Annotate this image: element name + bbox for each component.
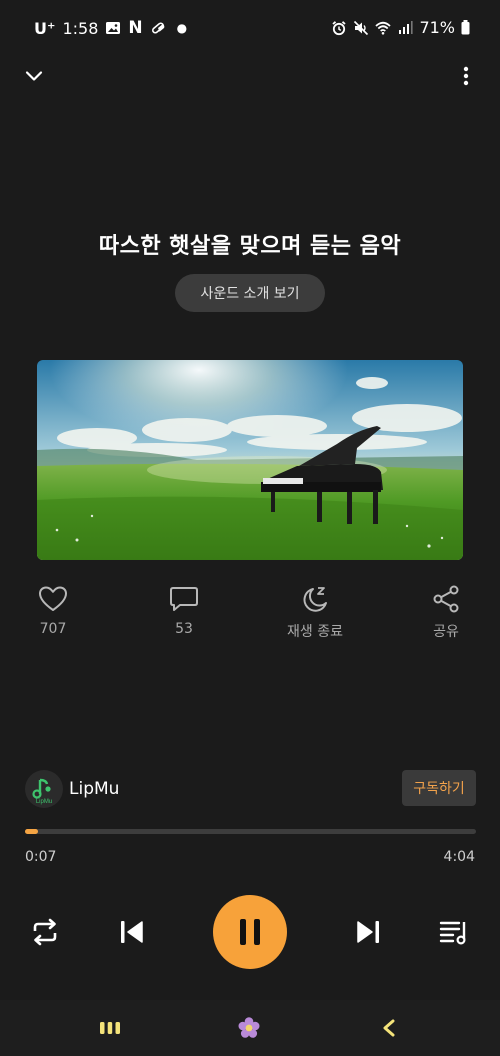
comment-button[interactable]: 53 — [139, 585, 229, 637]
like-button[interactable]: 707 — [8, 585, 98, 637]
status-bar: U⁺ 1:58 N ● 71% — [0, 0, 500, 60]
recent-apps-button[interactable] — [96, 1014, 124, 1042]
collapse-button[interactable] — [22, 64, 46, 88]
wifi-icon — [375, 21, 392, 35]
share-icon — [433, 585, 459, 613]
mute-icon — [354, 20, 369, 35]
sleep-timer-label: 재생 종료 — [287, 624, 343, 640]
share-label: 공유 — [433, 624, 459, 640]
playback-controls — [0, 895, 500, 970]
moon-sleep-icon — [303, 587, 327, 612]
repeat-icon — [33, 918, 57, 946]
channel-avatar[interactable]: LipMu — [25, 770, 63, 808]
channel-name[interactable]: LipMu — [69, 779, 119, 799]
top-bar — [0, 60, 500, 100]
progress-fill — [25, 829, 39, 834]
skip-next-icon — [357, 921, 379, 943]
chevron-down-icon — [25, 71, 43, 81]
more-options-button[interactable] — [456, 64, 476, 88]
pause-button[interactable] — [213, 895, 287, 969]
like-count: 707 — [39, 621, 67, 637]
share-button[interactable]: 공유 — [401, 585, 491, 641]
sound-intro-button[interactable]: 사운드 소개 보기 — [175, 274, 325, 312]
album-artwork — [37, 360, 463, 560]
netflix-n-icon: N — [128, 18, 143, 38]
battery-icon — [461, 20, 470, 35]
signal-icon — [399, 20, 414, 34]
progress-bar[interactable] — [25, 829, 476, 834]
playlist-button[interactable] — [437, 916, 471, 948]
recent-apps-icon — [100, 1022, 120, 1034]
battery-percent: 71% — [419, 18, 455, 37]
alarm-icon — [332, 20, 347, 35]
status-bar-left: U⁺ 1:58 N ● — [34, 18, 187, 38]
comment-icon — [170, 587, 198, 611]
playlist-icon — [439, 921, 466, 945]
heart-icon — [39, 586, 67, 611]
more-vertical-icon — [463, 66, 469, 86]
channel-row: LipMu LipMu 구독하기 — [25, 770, 476, 808]
flower-home-icon — [238, 1017, 260, 1038]
comment-count: 53 — [175, 621, 193, 637]
piano-field-illustration — [37, 360, 463, 560]
lipmu-logo: LipMu — [32, 778, 52, 805]
avatar-text: LipMu — [36, 799, 52, 805]
sleep-timer-button[interactable]: 재생 종료 — [270, 585, 360, 641]
subscribe-button[interactable]: 구독하기 — [402, 770, 476, 806]
dot-icon: ● — [176, 21, 188, 35]
page-title: 따스한 햇살을 맞으며 듣는 음악 — [98, 234, 402, 259]
home-button[interactable] — [235, 1014, 263, 1042]
back-icon — [383, 1019, 395, 1037]
carrier-label: U⁺ — [34, 18, 56, 38]
total-time: 4:04 — [443, 849, 475, 865]
repeat-button[interactable] — [28, 916, 62, 948]
pill-icon — [151, 22, 164, 34]
pause-icon — [240, 919, 260, 945]
previous-button[interactable] — [115, 916, 147, 948]
status-bar-right: 71% — [331, 18, 470, 37]
system-nav-bar — [0, 1000, 500, 1056]
current-time: 0:07 — [25, 849, 57, 865]
next-button[interactable] — [353, 916, 385, 948]
clock: 1:58 — [62, 18, 99, 38]
gallery-icon — [106, 22, 121, 34]
action-row: 707 53 재생 종료 공유 — [0, 585, 500, 645]
skip-previous-icon — [121, 921, 143, 943]
music-player-screen: U⁺ 1:58 N ● 71% 따스한 햇살을 맞으며 듣는 음악 사운드 소개… — [0, 0, 500, 1056]
back-button[interactable] — [375, 1014, 403, 1042]
